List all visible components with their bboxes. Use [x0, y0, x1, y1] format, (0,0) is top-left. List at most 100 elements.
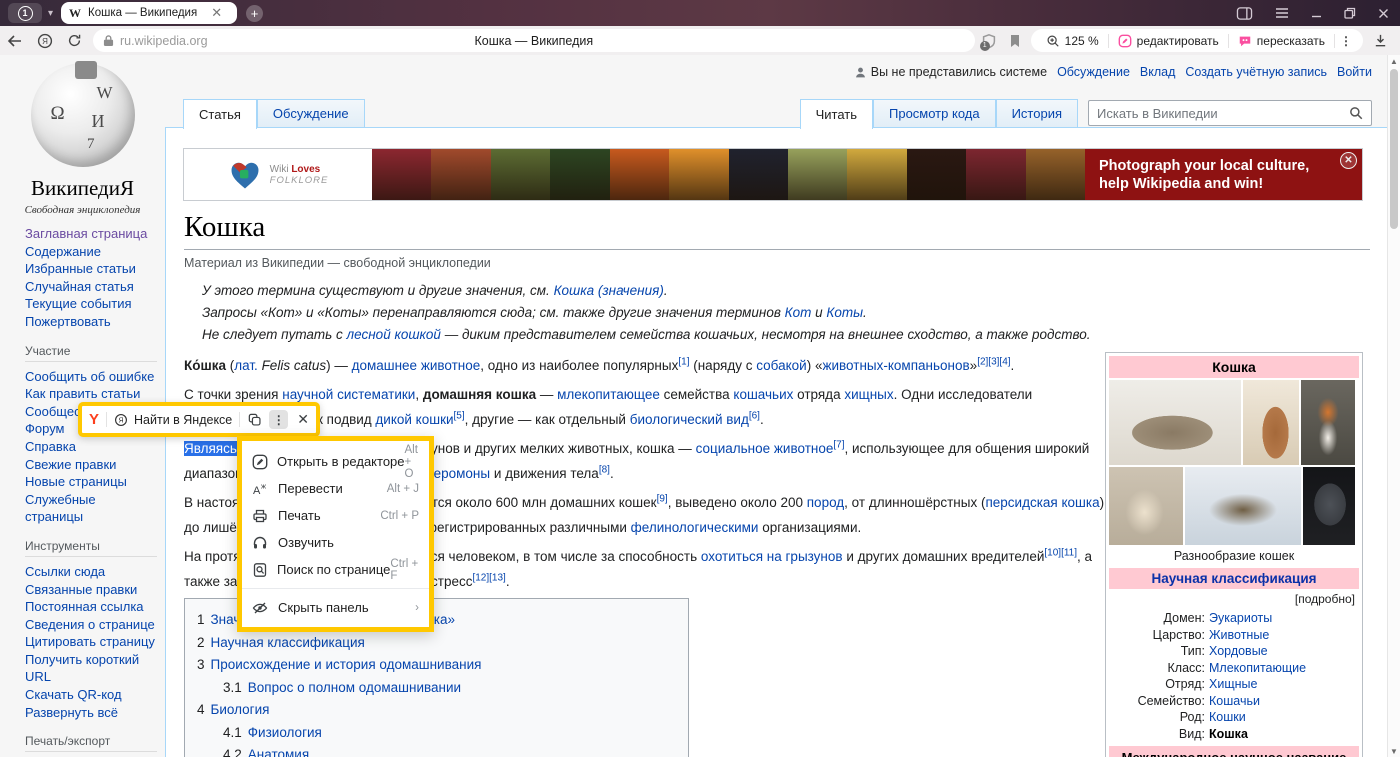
scrollbar-up-arrow[interactable]: ▲ [1388, 55, 1400, 67]
toc-link[interactable]: Происхождение и история одомашнивания [211, 657, 482, 672]
menu-item-Открыть в редакторе[interactable]: Открыть в редактореAlt + O [242, 448, 429, 475]
cat-photo[interactable] [1243, 380, 1299, 465]
toc-item[interactable]: 4Биология [197, 699, 676, 722]
back-button[interactable] [7, 34, 23, 48]
tab-Просмотр кода[interactable]: Просмотр кода [873, 99, 996, 127]
menu-item-Поиск по странице[interactable]: Поиск по страницеCtrl + F [242, 556, 429, 583]
article-link[interactable]: лат. [234, 358, 258, 373]
cat-photo[interactable] [1109, 467, 1183, 545]
new-tab-button[interactable]: + [246, 5, 263, 22]
cat-photo[interactable] [1303, 467, 1355, 545]
sidebar-item[interactable]: Сведения о странице [25, 616, 157, 634]
sidebar-item[interactable]: Скачать QR-код [25, 686, 157, 704]
copy-icon[interactable] [247, 412, 262, 427]
edit-page-button[interactable]: редактировать [1109, 34, 1228, 48]
sidebar-item[interactable]: Пожертвовать [25, 313, 157, 331]
personal-link[interactable]: Создать учётную запись [1185, 65, 1327, 79]
address-bar[interactable]: ru.wikipedia.org Кошка — Википедия [93, 29, 975, 52]
sidebar-item[interactable]: Свежие правки [25, 456, 157, 474]
sidebar-item[interactable]: Новые страницы [25, 473, 157, 491]
article-link[interactable]: кошачьих [733, 387, 793, 402]
taxonomy-value[interactable]: Животные [1209, 627, 1359, 644]
sidebar-item[interactable]: Связанные правки [25, 581, 157, 599]
taxonomy-value[interactable]: Хордовые [1209, 643, 1359, 660]
zoom-control[interactable]: 125 % [1037, 34, 1108, 48]
taxonomy-value[interactable]: Кошачьи [1209, 693, 1359, 710]
tab-groups-button[interactable]: 1 [8, 3, 42, 23]
reference-link[interactable]: [7] [833, 440, 844, 451]
sidebar-item[interactable]: Ссылки сюда [25, 563, 157, 581]
toc-link[interactable]: Биология [211, 702, 270, 717]
article-link[interactable]: фелинологическими [631, 520, 759, 535]
refresh-icon[interactable] [67, 33, 82, 48]
yandex-services-icon[interactable]: Я [37, 33, 53, 49]
wiki-search-input[interactable] [1089, 106, 1349, 121]
tab-История[interactable]: История [996, 99, 1078, 127]
reference-link[interactable]: [9] [657, 494, 668, 505]
cat-photo[interactable] [1301, 380, 1355, 465]
browser-tab[interactable]: W Кошка — Википедия ✕ [61, 2, 237, 24]
personal-link[interactable]: Обсуждение [1057, 65, 1130, 79]
toc-link[interactable]: Анатомия [248, 747, 309, 757]
close-window-button[interactable] [1378, 8, 1389, 19]
toc-item[interactable]: 4.1Физиология [197, 722, 676, 745]
wiki-search-box[interactable] [1088, 100, 1372, 126]
address-bar-more-icon[interactable]: ⋮ [1335, 34, 1357, 48]
sidebar-item[interactable]: Как править статьи [25, 385, 157, 403]
sidebar-item[interactable]: Избранные статьи [25, 260, 157, 278]
find-in-yandex-button[interactable]: Я Найти в Яндексе [114, 413, 232, 427]
article-link[interactable]: животных-компаньонов [822, 358, 969, 373]
sidebar-item[interactable]: Содержание [25, 243, 157, 261]
details-link[interactable]: [подробно] [1109, 589, 1359, 608]
minimize-button[interactable] [1311, 8, 1322, 19]
reference-link[interactable]: [8] [599, 465, 610, 476]
menu-item-Перевести[interactable]: АжПеревестиAlt + J [242, 475, 429, 502]
article-link[interactable]: Кот [785, 305, 812, 320]
reference-link[interactable]: [10][11] [1044, 548, 1077, 559]
taxonomy-value[interactable]: Хищные [1209, 676, 1359, 693]
cat-photo[interactable] [1109, 380, 1241, 465]
article-link[interactable]: собакой [756, 358, 806, 373]
reference-link[interactable]: [5] [454, 411, 465, 422]
side-panel-icon[interactable] [1236, 6, 1253, 21]
wiki-loves-folklore-banner[interactable]: Wiki Loves FOLKLORE Photograph your loca… [183, 148, 1363, 201]
toc-item[interactable]: 3Происхождение и история одомашнивания [197, 654, 676, 677]
toc-link[interactable]: Научная классификация [211, 635, 365, 650]
article-link[interactable]: млекопитающее [557, 387, 660, 402]
toc-link[interactable]: Физиология [248, 725, 322, 740]
personal-link[interactable]: Войти [1337, 65, 1372, 79]
sidebar-item[interactable]: Случайная статья [25, 278, 157, 296]
article-link[interactable]: охотиться на грызунов [701, 549, 843, 564]
article-link[interactable]: персидская кошка [985, 495, 1099, 510]
sidebar-item[interactable]: Сообщить об ошибке [25, 368, 157, 386]
page-scrollbar[interactable]: ▲ ▼ [1387, 55, 1400, 757]
sidebar-item[interactable]: Постоянная ссылка [25, 598, 157, 616]
tab-Обсуждение[interactable]: Обсуждение [257, 99, 365, 127]
sidebar-item[interactable]: Заглавная страница [25, 225, 157, 243]
sidebar-item[interactable]: Служебные страницы [25, 491, 157, 526]
personal-link[interactable]: Вклад [1140, 65, 1176, 79]
popup-close-icon[interactable]: ✕ [297, 411, 309, 428]
article-link[interactable]: Кошка (значения) [554, 283, 664, 298]
reference-link[interactable]: [2][3][4] [977, 357, 1010, 368]
taxonomy-value[interactable]: Эукариоты [1209, 610, 1359, 627]
tabs-dropdown-chevron[interactable]: ▾ [48, 8, 53, 19]
toc-item[interactable]: 2Научная классификация [197, 632, 676, 655]
taxonomy-value[interactable]: Кошки [1209, 709, 1359, 726]
toc-item[interactable]: 4.2Анатомия [197, 744, 676, 757]
article-link[interactable]: социальное животное [696, 441, 834, 456]
article-link[interactable]: научной систематики [282, 387, 415, 402]
article-link[interactable]: дикой кошки [375, 412, 453, 427]
restore-button[interactable] [1344, 7, 1356, 19]
tab-Читать[interactable]: Читать [800, 99, 873, 129]
scrollbar-down-arrow[interactable]: ▼ [1388, 745, 1400, 757]
menu-item-Озвучить[interactable]: Озвучить [242, 529, 429, 556]
tab-close-icon[interactable]: ✕ [211, 5, 222, 21]
menu-item-Скрыть панель[interactable]: Скрыть панель› [242, 594, 429, 621]
reference-link[interactable]: [12][13] [472, 573, 505, 584]
protect-shield-icon[interactable]: 1 [981, 33, 997, 49]
search-icon[interactable] [1349, 106, 1363, 120]
menu-hamburger-icon[interactable] [1275, 7, 1289, 19]
taxonomy-value[interactable]: Млекопитающие [1209, 660, 1359, 677]
cat-photo[interactable] [1185, 467, 1301, 545]
